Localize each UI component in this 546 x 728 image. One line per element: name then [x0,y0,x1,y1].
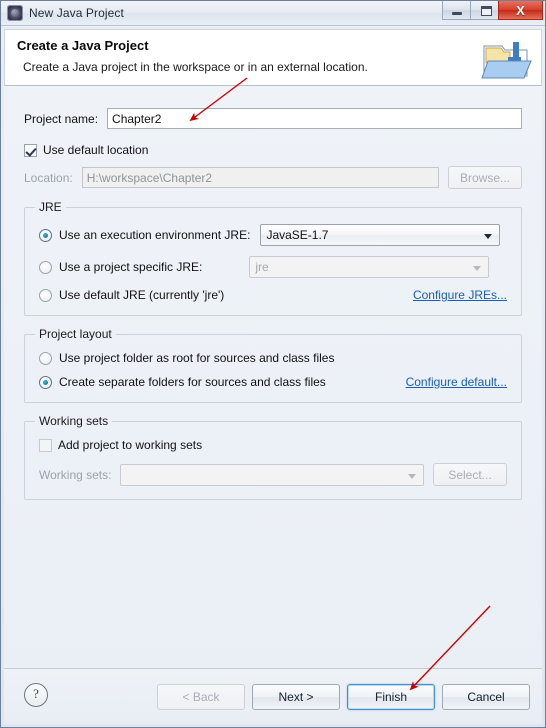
jre-default-radio[interactable] [39,288,52,302]
project-name-row: Project name: [24,108,522,129]
configure-jres-link[interactable]: Configure JREs... [413,288,507,302]
use-default-location-row[interactable]: Use default location [24,143,522,157]
project-specific-jre-value: jre [255,260,269,274]
execution-environment-combo[interactable]: JavaSE-1.7 [260,224,501,246]
chevron-down-icon [408,473,416,479]
add-to-working-sets-row[interactable]: Add project to working sets [39,438,507,452]
layout-project-folder-row[interactable]: Use project folder as root for sources a… [39,351,507,365]
wizard-header: Create a Java Project Create a Java proj… [4,29,542,86]
location-label: Location: [24,170,73,185]
close-button[interactable]: X [498,1,543,20]
new-java-project-dialog: New Java Project X Create a Java Project… [0,0,546,728]
next-button[interactable]: Next > [252,684,340,710]
add-to-working-sets-label: Add project to working sets [58,438,203,452]
jre-project-specific-row[interactable]: Use a project specific JRE: jre [39,256,507,278]
close-icon: X [516,3,525,18]
project-specific-jre-combo[interactable]: jre [249,256,490,278]
execution-environment-value: JavaSE-1.7 [266,228,329,242]
project-layout-group-title: Project layout [35,327,116,341]
working-sets-group: Working sets Add project to working sets… [24,414,522,500]
window-controls: X [442,1,543,20]
cancel-button[interactable]: Cancel [442,684,530,710]
jre-default-row[interactable]: Use default JRE (currently 'jre') Config… [39,288,507,302]
finish-button[interactable]: Finish [347,684,435,710]
jre-group-title: JRE [35,200,66,214]
page-description: Create a Java project in the workspace o… [23,60,368,74]
use-default-location-checkbox[interactable] [24,143,37,157]
java-project-folder-icon [481,42,532,79]
maximize-button[interactable] [470,1,499,20]
working-sets-combo[interactable] [120,463,424,486]
project-name-label: Project name: [24,111,99,126]
working-sets-row: Working sets: Select... [39,463,507,486]
jre-execution-environment-radio[interactable] [39,228,52,242]
project-layout-group: Project layout Use project folder as roo… [24,327,522,403]
select-working-sets-button[interactable]: Select... [433,463,507,486]
page-title: Create a Java Project [17,38,149,53]
use-default-location-label: Use default location [43,143,149,157]
footer-button-bar: < Back Next > Finish Cancel [157,684,530,710]
chevron-down-icon [484,234,493,239]
chevron-down-icon [473,266,482,271]
layout-separate-folders-label: Create separate folders for sources and … [59,375,326,389]
location-row: Location: Browse... [24,166,522,189]
jre-execution-environment-label: Use an execution environment JRE: [59,228,251,242]
layout-project-folder-radio[interactable] [39,351,52,365]
working-sets-label: Working sets: [39,467,112,482]
jre-project-specific-radio[interactable] [39,260,52,274]
help-icon[interactable]: ? [24,683,48,707]
layout-project-folder-label: Use project folder as root for sources a… [59,351,335,365]
window-title: New Java Project [29,6,124,20]
jre-project-specific-label: Use a project specific JRE: [59,260,203,274]
minimize-button[interactable] [442,1,471,20]
add-to-working-sets-checkbox[interactable] [39,438,52,452]
project-name-input[interactable] [107,108,522,129]
jre-group: JRE Use an execution environment JRE: Ja… [24,200,522,316]
title-bar: New Java Project X [1,1,545,26]
eclipse-window-icon [7,5,23,21]
dialog-footer: ? < Back Next > Finish Cancel [4,668,542,724]
jre-execution-environment-row[interactable]: Use an execution environment JRE: JavaSE… [39,224,507,246]
configure-default-link[interactable]: Configure default... [406,375,507,389]
browse-button[interactable]: Browse... [448,166,522,189]
layout-separate-folders-radio[interactable] [39,375,52,389]
back-button[interactable]: < Back [157,684,245,710]
jre-default-label: Use default JRE (currently 'jre') [59,288,225,302]
working-sets-group-title: Working sets [35,414,113,428]
location-input[interactable] [81,167,439,188]
layout-separate-folders-row[interactable]: Create separate folders for sources and … [39,375,507,389]
wizard-body: Project name: Use default location Locat… [4,86,542,695]
